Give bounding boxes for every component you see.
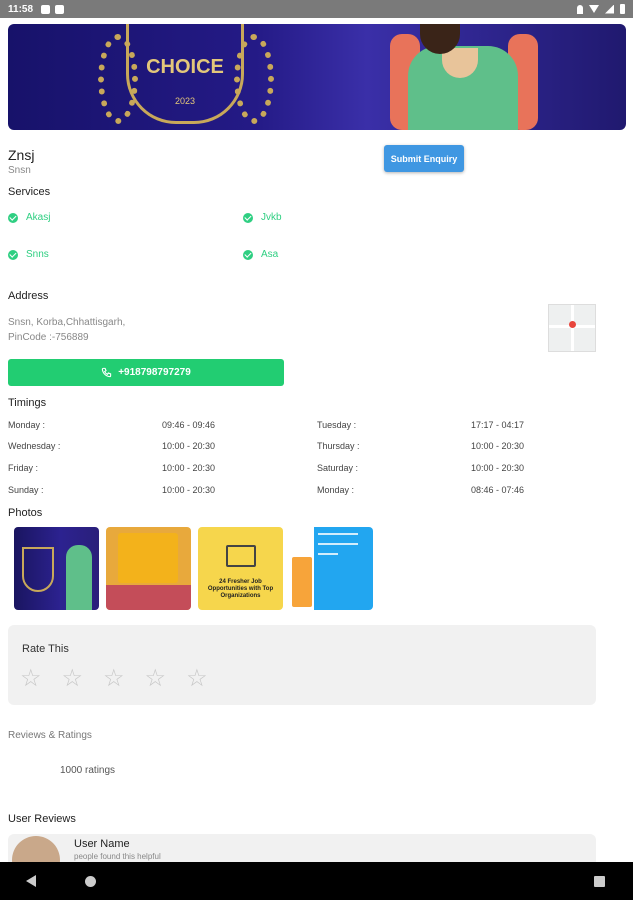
star-rating[interactable]: ☆ ☆ ☆ ☆ ☆ (20, 667, 208, 691)
check-circle-icon (243, 249, 253, 260)
service-label: Snns (26, 249, 49, 260)
reviews-ratings-label: Reviews & Ratings (8, 730, 92, 741)
battery-icon (620, 4, 625, 14)
address-line-1: Snsn, Korba,Chhattisgarh, (8, 317, 126, 328)
map-thumbnail[interactable] (548, 304, 596, 352)
system-navigation-bar (0, 862, 633, 900)
service-item: Akasj (8, 212, 50, 223)
timing-day: Saturday : (317, 463, 359, 473)
service-label: Akasj (26, 212, 51, 223)
notification-icon (41, 4, 51, 14)
timing-hours: 17:17 - 04:17 (471, 420, 525, 430)
timing-day: Monday : (317, 485, 355, 495)
banner-person-image (390, 24, 540, 130)
home-icon[interactable] (85, 876, 96, 887)
address-pincode: PinCode :-756889 (8, 332, 89, 343)
call-number-label: +918798797279 (118, 367, 191, 378)
status-icons (577, 4, 625, 14)
banner-badge-text: CHOICE (146, 56, 224, 78)
user-reviews-title: User Reviews (8, 813, 76, 825)
reviewer-name: User Name (74, 838, 130, 850)
business-banner-image: CHOICE 2023 (8, 24, 626, 130)
timing-hours: 08:46 - 07:46 (471, 485, 525, 495)
business-name: Znsj (8, 147, 35, 163)
business-subtitle: Snsn (8, 165, 31, 176)
service-item: Snns (8, 249, 49, 260)
recent-apps-icon[interactable] (594, 876, 605, 887)
photos-title: Photos (8, 507, 43, 519)
timing-day: Thursday : (317, 441, 360, 451)
signal-icon (605, 4, 614, 14)
wifi-icon (589, 5, 599, 13)
photo-thumbnail[interactable] (106, 527, 191, 610)
timing-hours: 10:00 - 20:30 (162, 441, 216, 451)
timing-day: Friday : (8, 463, 39, 473)
star-icon[interactable]: ☆ (103, 667, 125, 691)
rate-this-title: Rate This (22, 643, 69, 655)
map-pin-icon (569, 321, 576, 328)
check-circle-icon (8, 212, 18, 223)
star-icon[interactable]: ☆ (186, 667, 208, 691)
laptop-icon (226, 545, 256, 567)
photo-thumbnail[interactable]: 24 Fresher Job Opportunities with Top Or… (198, 527, 283, 610)
sim-card-icon (55, 4, 65, 14)
call-button[interactable]: +918798797279 (8, 359, 284, 386)
banner-badge-year: 2023 (174, 96, 196, 106)
service-item: Jvkb (243, 212, 282, 223)
address-title: Address (8, 290, 49, 302)
star-icon[interactable]: ☆ (62, 667, 84, 691)
timings-title: Timings (8, 397, 47, 409)
timing-day: Tuesday : (317, 420, 357, 430)
timing-day: Sunday : (8, 485, 44, 495)
timing-day: Wednesday : (8, 441, 61, 451)
service-label: Asa (261, 249, 279, 260)
services-title: Services (8, 186, 51, 198)
timing-hours: 10:00 - 20:30 (471, 441, 525, 451)
rate-this-card: Rate This ☆ ☆ ☆ ☆ ☆ (8, 625, 596, 705)
location-icon (577, 4, 583, 14)
photo-caption: 24 Fresher Job Opportunities with Top Or… (207, 579, 274, 599)
timing-hours: 10:00 - 20:30 (162, 485, 216, 495)
check-circle-icon (243, 212, 253, 223)
photo-thumbnail[interactable] (290, 527, 373, 610)
status-time: 11:58 (8, 3, 34, 15)
timing-hours: 10:00 - 20:30 (162, 463, 216, 473)
timing-day: Monday : (8, 420, 46, 430)
phone-icon (102, 367, 112, 378)
timing-hours: 09:46 - 09:46 (162, 420, 216, 430)
check-circle-icon (8, 249, 18, 260)
helpful-count-text: people found this helpful (74, 852, 161, 861)
timing-hours: 10:00 - 20:30 (471, 463, 525, 473)
back-icon[interactable] (26, 875, 36, 887)
photo-thumbnail[interactable] (14, 527, 99, 610)
address-text: Snsn, Korba,Chhattisgarh, PinCode :-7568… (8, 315, 125, 345)
star-icon[interactable]: ☆ (20, 667, 42, 691)
service-label: Jvkb (261, 212, 282, 223)
star-icon[interactable]: ☆ (145, 667, 167, 691)
ratings-count: 1000 ratings (60, 765, 116, 776)
submit-enquiry-button[interactable]: Submit Enquiry (384, 145, 464, 172)
status-bar: 11:58 (0, 0, 633, 18)
service-item: Asa (243, 249, 278, 260)
